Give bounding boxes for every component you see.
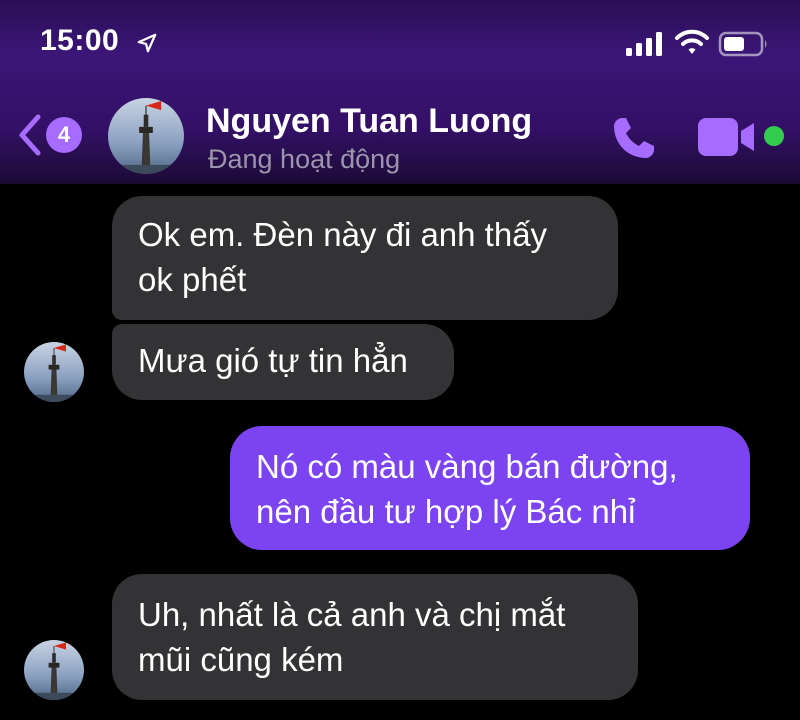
lighthouse-avatar-image <box>24 640 84 700</box>
message-line: Uh, nhất là cả anh và chị mắt <box>138 596 566 633</box>
message-line: ok phết <box>138 261 247 298</box>
message-bubble-incoming[interactable]: Ok em. Đèn này đi anh thấy ok phết <box>112 196 618 320</box>
back-chevron-icon <box>19 114 41 156</box>
contact-avatar[interactable] <box>108 98 184 174</box>
lighthouse-avatar-image <box>108 98 184 174</box>
battery-icon <box>718 31 767 57</box>
message-line: nên đầu tư hợp lý Bác nhỉ <box>256 493 636 530</box>
sender-avatar[interactable] <box>24 640 84 700</box>
video-camera-icon[interactable] <box>696 114 756 160</box>
unread-count-badge: 4 <box>46 117 82 153</box>
messenger-chat-screen: 15:00 4 Nguyen Tuan Luong Đang hoạt động <box>0 0 800 720</box>
wifi-icon <box>675 29 709 54</box>
signal-icon <box>626 32 662 56</box>
online-status-dot <box>764 126 784 146</box>
contact-status: Đang hoạt động <box>208 144 401 174</box>
phone-icon[interactable] <box>608 112 660 164</box>
message-bubble-outgoing[interactable]: Nó có màu vàng bán đường, nên đầu tư hợp… <box>230 426 750 550</box>
message-bubble-incoming[interactable]: Uh, nhất là cả anh và chị mắt mũi cũng k… <box>112 574 638 700</box>
message-line: mũi cũng kém <box>138 641 344 678</box>
lighthouse-avatar-image <box>24 342 84 402</box>
sender-avatar[interactable] <box>24 342 84 402</box>
message-line: Mưa gió tự tin hẳn <box>138 342 408 379</box>
message-line: Ok em. Đèn này đi anh thấy <box>138 216 548 253</box>
contact-name[interactable]: Nguyen Tuan Luong <box>206 102 532 141</box>
status-time: 15:00 <box>40 24 120 57</box>
back-button[interactable]: 4 <box>16 110 94 160</box>
message-line: Nó có màu vàng bán đường, <box>256 448 678 485</box>
message-bubble-incoming[interactable]: Mưa gió tự tin hẳn <box>112 324 454 400</box>
location-arrow-icon <box>137 33 157 53</box>
